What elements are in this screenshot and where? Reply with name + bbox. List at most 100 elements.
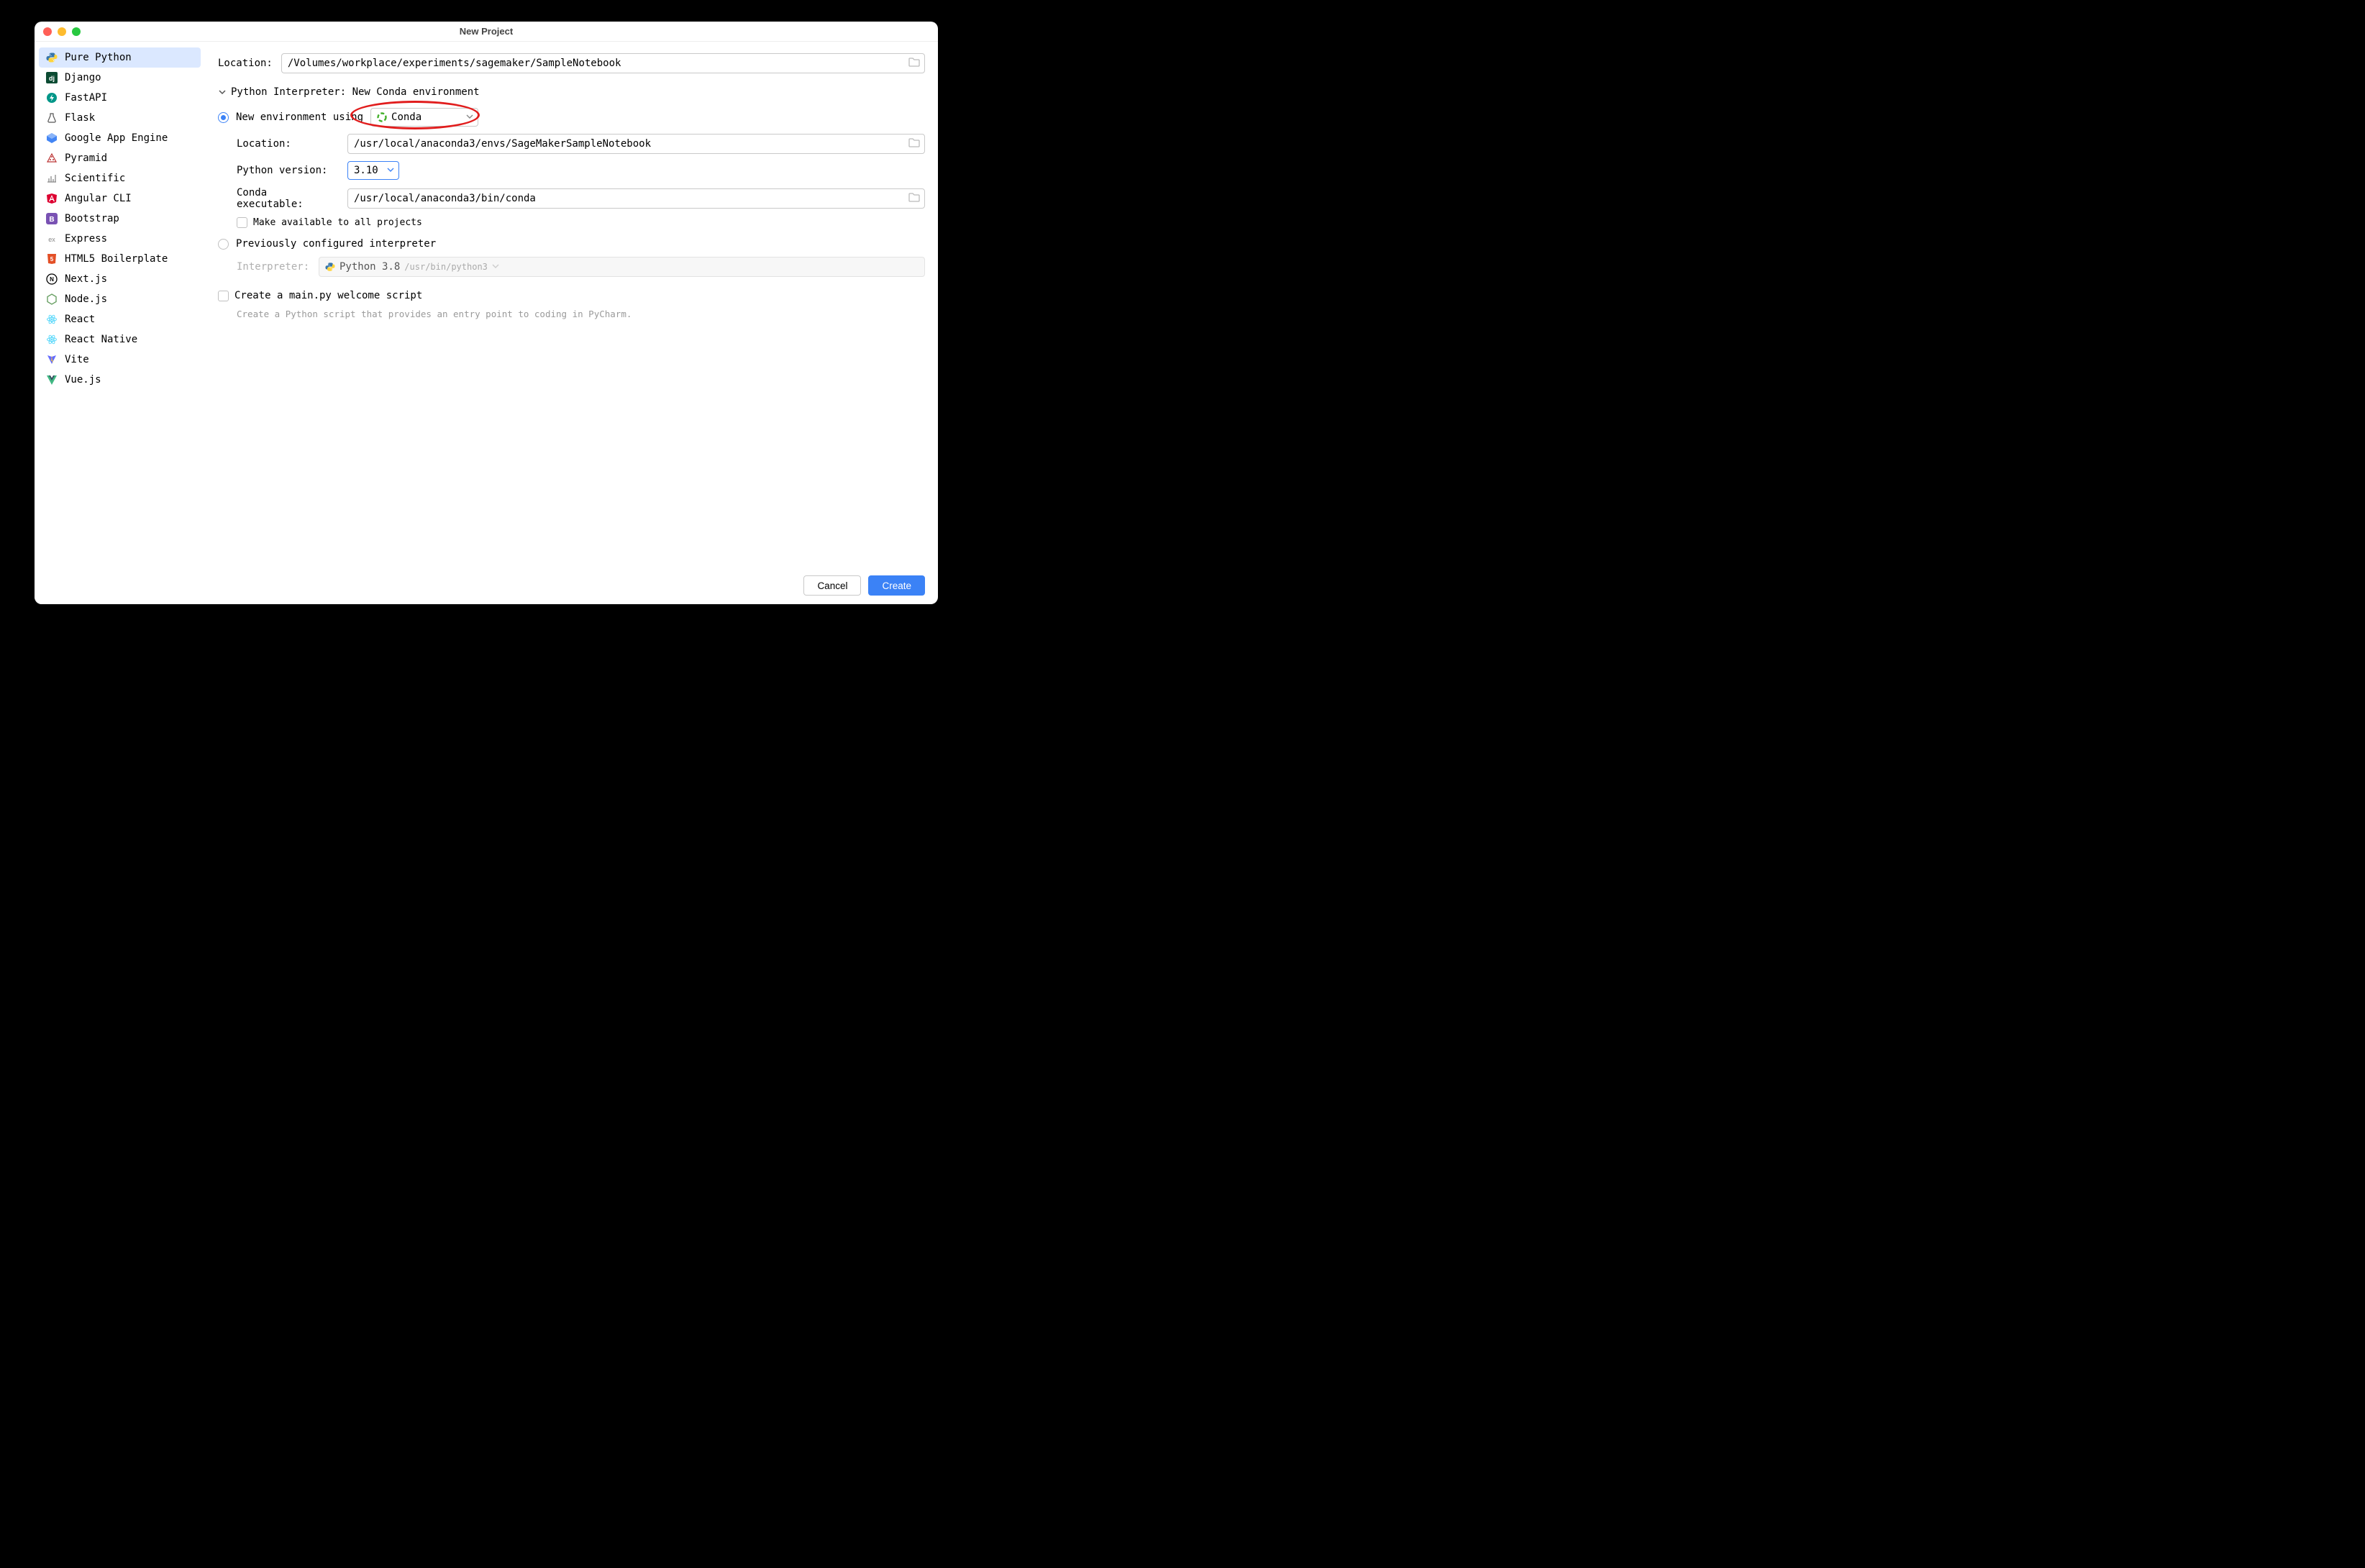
previously-configured-radio[interactable] — [218, 239, 229, 250]
sidebar-item-pure-python[interactable]: Pure Python — [39, 47, 201, 68]
conda-executable-input[interactable]: /usr/local/anaconda3/bin/conda — [347, 188, 925, 209]
make-available-checkbox[interactable] — [237, 217, 247, 228]
sidebar-item-vite[interactable]: Vite — [39, 350, 201, 370]
interpreter-select: Python 3.8 /usr/bin/python3 — [319, 257, 925, 277]
angular-icon — [46, 193, 58, 204]
svg-text:ex: ex — [48, 236, 55, 243]
titlebar: New Project — [35, 22, 938, 42]
cancel-button[interactable]: Cancel — [803, 575, 861, 596]
html5-icon: 5 — [46, 253, 58, 265]
dialog-footer: Cancel Create — [803, 575, 925, 596]
sidebar-item-label: Angular CLI — [65, 193, 132, 204]
sidebar-item-scientific[interactable]: Scientific — [39, 168, 201, 188]
chevron-down-icon — [387, 165, 394, 176]
sidebar-item-label: Bootstrap — [65, 213, 119, 224]
chevron-down-icon — [492, 261, 499, 273]
interpreter-path: /usr/bin/python3 — [404, 262, 488, 272]
dialog-title: New Project — [35, 26, 938, 37]
sidebar-item-fastapi[interactable]: FastAPI — [39, 88, 201, 108]
sidebar-item-label: Flask — [65, 112, 95, 124]
conda-icon — [377, 112, 387, 122]
make-available-label: Make available to all projects — [253, 217, 422, 228]
sidebar-item-label: Node.js — [65, 293, 107, 305]
django-icon: dj — [46, 72, 58, 83]
chevron-down-icon — [218, 88, 227, 96]
conda-executable-value: /usr/local/anaconda3/bin/conda — [354, 193, 536, 204]
sidebar-item-label: FastAPI — [65, 92, 107, 104]
sidebar-item-label: Scientific — [65, 173, 125, 184]
project-type-sidebar: Pure Python dj Django FastAPI Flask Google Ap… — [35, 42, 205, 604]
react-icon — [46, 334, 58, 345]
svg-text:N: N — [50, 276, 54, 283]
sidebar-item-label: Django — [65, 72, 101, 83]
vite-icon — [46, 354, 58, 365]
sidebar-item-node-js[interactable]: Node.js — [39, 289, 201, 309]
fastapi-icon — [46, 92, 58, 104]
env-location-value: /usr/local/anaconda3/envs/SageMakerSampl… — [354, 138, 651, 150]
nextjs-icon: N — [46, 273, 58, 285]
sidebar-item-pyramid[interactable]: Pyramid — [39, 148, 201, 168]
sidebar-item-label: Next.js — [65, 273, 107, 285]
location-label: Location: — [218, 58, 273, 69]
bootstrap-icon: B — [46, 213, 58, 224]
sidebar-item-angular-cli[interactable]: Angular CLI — [39, 188, 201, 209]
folder-icon[interactable] — [908, 57, 920, 70]
svg-text:dj: dj — [49, 75, 55, 82]
sidebar-item-label: Express — [65, 233, 107, 245]
pyramid-icon — [46, 152, 58, 164]
react-icon — [46, 314, 58, 325]
sidebar-item-react-native[interactable]: React Native — [39, 329, 201, 350]
python-version-value: 3.10 — [354, 165, 378, 176]
sidebar-item-label: React Native — [65, 334, 137, 345]
svg-text:B: B — [49, 216, 54, 224]
create-main-hint: Create a Python script that provides an … — [237, 309, 925, 319]
project-location-input[interactable]: /Volumes/workplace/experiments/sagemaker… — [281, 53, 925, 73]
chevron-down-icon — [466, 111, 473, 123]
sidebar-item-flask[interactable]: Flask — [39, 108, 201, 128]
sidebar-item-label: React — [65, 314, 95, 325]
env-location-input[interactable]: /usr/local/anaconda3/envs/SageMakerSampl… — [347, 134, 925, 154]
create-main-checkbox[interactable] — [218, 291, 229, 301]
new-environment-radio[interactable] — [218, 112, 229, 123]
environment-tool-value: Conda — [391, 111, 421, 123]
sidebar-item-django[interactable]: dj Django — [39, 68, 201, 88]
sidebar-item-label: Vite — [65, 354, 89, 365]
environment-tool-select[interactable]: Conda — [370, 108, 478, 127]
python-version-select[interactable]: 3.10 — [347, 161, 399, 180]
sidebar-item-label: Google App Engine — [65, 132, 168, 144]
sidebar-item-label: Vue.js — [65, 374, 101, 386]
vue-icon — [46, 374, 58, 386]
conda-executable-label: Conda executable: — [237, 187, 337, 210]
folder-icon[interactable] — [908, 137, 920, 150]
project-config-panel: Location: /Volumes/workplace/experiments… — [205, 42, 938, 604]
gae-icon — [46, 132, 58, 144]
interpreter-header: Python Interpreter: New Conda environmen… — [231, 86, 480, 98]
sidebar-item-label: Pure Python — [65, 52, 132, 63]
express-icon: ex — [46, 233, 58, 245]
sidebar-item-html5-boilerplate[interactable]: 5 HTML5 Boilerplate — [39, 249, 201, 269]
python-icon — [325, 262, 335, 272]
nodejs-icon — [46, 293, 58, 305]
sidebar-item-next-js[interactable]: N Next.js — [39, 269, 201, 289]
interpreter-section-toggle[interactable]: Python Interpreter: New Conda environmen… — [218, 86, 925, 98]
svg-text:5: 5 — [50, 256, 54, 263]
folder-icon[interactable] — [908, 192, 920, 205]
create-button[interactable]: Create — [868, 575, 925, 596]
project-location-value: /Volumes/workplace/experiments/sagemaker… — [288, 58, 621, 69]
sidebar-item-express[interactable]: ex Express — [39, 229, 201, 249]
interpreter-value: Python 3.8 — [340, 261, 400, 273]
python-version-label: Python version: — [237, 165, 337, 176]
create-main-label: Create a main.py welcome script — [234, 290, 422, 301]
python-icon — [46, 52, 58, 63]
previously-configured-label: Previously configured interpreter — [236, 238, 436, 250]
scientific-icon — [46, 173, 58, 184]
flask-icon — [46, 112, 58, 124]
sidebar-item-vue-js[interactable]: Vue.js — [39, 370, 201, 390]
new-project-dialog: New Project Pure Python dj Django FastAPI Fl… — [35, 22, 938, 604]
new-environment-label: New environment using — [236, 111, 363, 123]
sidebar-item-bootstrap[interactable]: B Bootstrap — [39, 209, 201, 229]
sidebar-item-react[interactable]: React — [39, 309, 201, 329]
env-location-label: Location: — [237, 138, 337, 150]
sidebar-item-label: HTML5 Boilerplate — [65, 253, 168, 265]
sidebar-item-google-app-engine[interactable]: Google App Engine — [39, 128, 201, 148]
